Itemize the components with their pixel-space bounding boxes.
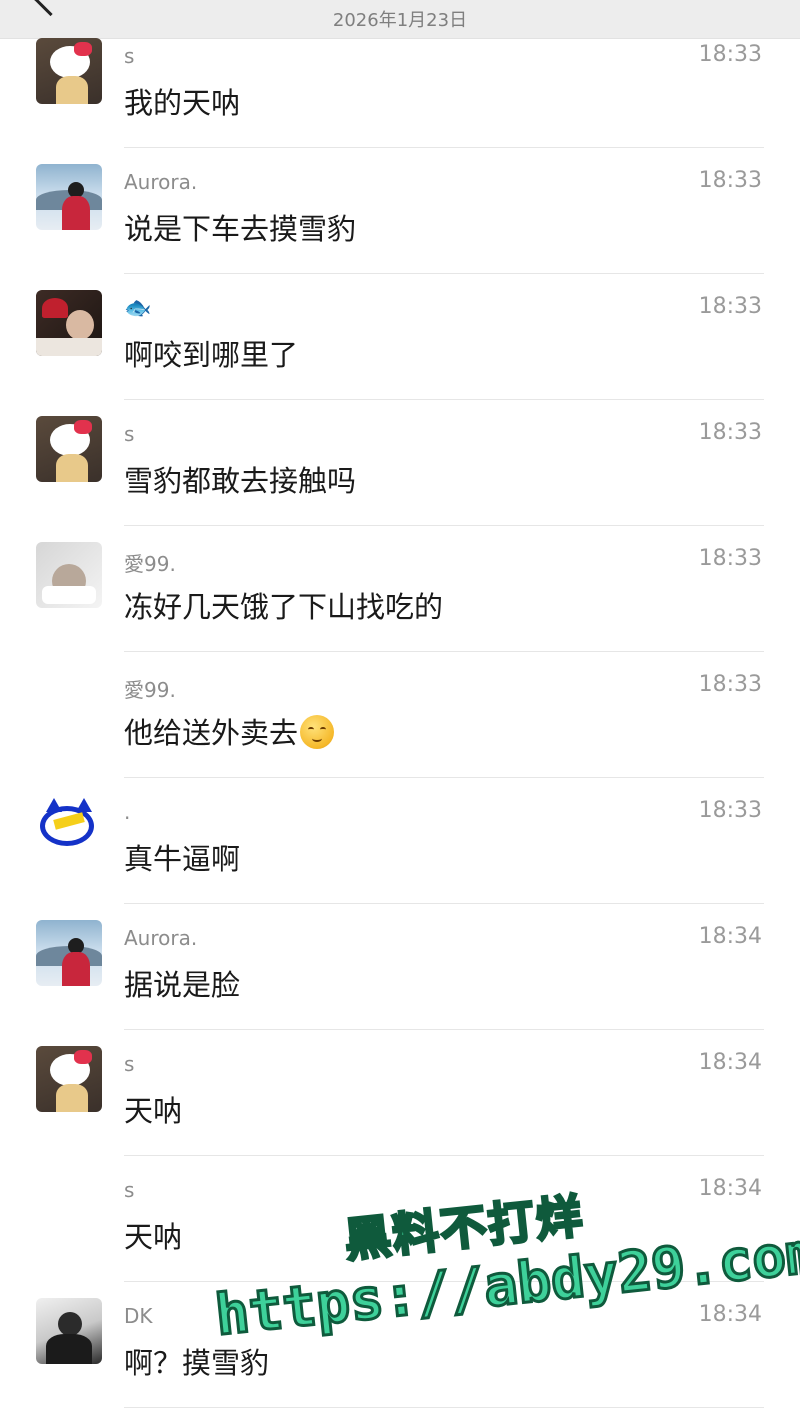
message-text-body: 他给送外卖去 — [124, 716, 299, 750]
message-time: 18:33 — [698, 420, 762, 445]
divider — [124, 1407, 764, 1408]
sender-name: . — [124, 800, 131, 824]
message-text: 我的天呐 — [124, 86, 241, 120]
message-time: 18:33 — [698, 42, 762, 67]
message-text: 真牛逼啊 — [124, 842, 241, 876]
message-item[interactable]: Aurora. 18:33 说是下车去摸雪豹 — [0, 148, 800, 274]
message-text: 啊？摸雪豹 — [124, 1346, 270, 1380]
message-time: 18:33 — [698, 672, 762, 697]
avatar[interactable] — [36, 794, 102, 860]
message-time: 18:33 — [698, 168, 762, 193]
message-item[interactable]: . 18:33 真牛逼啊 — [0, 778, 800, 904]
sender-name: Aurora. — [124, 926, 198, 950]
avatar[interactable] — [36, 1298, 102, 1364]
message-item[interactable]: s 18:33 我的天呐 — [0, 22, 800, 148]
avatar[interactable] — [36, 416, 102, 482]
sender-name: 愛99. — [124, 678, 176, 702]
avatar[interactable] — [36, 164, 102, 230]
message-time: 18:34 — [698, 1302, 762, 1327]
sender-name: Aurora. — [124, 170, 198, 194]
message-text: 冻好几天饿了下山找吃的 — [124, 590, 444, 624]
message-item[interactable]: Aurora. 18:34 据说是脸 — [0, 904, 800, 1030]
message-text: 据说是脸 — [124, 968, 241, 1002]
message-item[interactable]: 愛99. 18:33 冻好几天饿了下山找吃的 — [0, 526, 800, 652]
message-item[interactable]: s 18:33 雪豹都敢去接触吗 — [0, 400, 800, 526]
message-time: 18:33 — [698, 798, 762, 823]
sender-name: s — [124, 1178, 135, 1202]
message-time: 18:34 — [698, 1050, 762, 1075]
chat-history-screen: 2026年1月23日 s 18:33 我的天呐 Aurora. 18:33 说是… — [0, 0, 800, 1422]
avatar[interactable] — [36, 38, 102, 104]
sender-name: s — [124, 44, 135, 68]
sender-name: s — [124, 1052, 135, 1076]
message-item[interactable]: 🐟 18:33 啊咬到哪里了 — [0, 274, 800, 400]
message-text: 天呐 — [124, 1220, 183, 1254]
message-item[interactable]: 愛99. 18:33 他给送外卖去 — [0, 652, 800, 778]
message-text: 他给送外卖去 — [124, 710, 335, 752]
message-text: 天呐 — [124, 1094, 183, 1128]
message-text: 雪豹都敢去接触吗 — [124, 464, 357, 498]
avatar[interactable] — [36, 290, 102, 356]
avatar[interactable] — [36, 1046, 102, 1112]
message-time: 18:33 — [698, 294, 762, 319]
avatar[interactable] — [36, 542, 102, 608]
message-time: 18:34 — [698, 1176, 762, 1201]
message-item[interactable]: s 18:34 天呐 — [0, 1030, 800, 1156]
avatar[interactable] — [36, 920, 102, 986]
message-time: 18:33 — [698, 546, 762, 571]
message-time: 18:34 — [698, 924, 762, 949]
sender-name: s — [124, 422, 135, 446]
message-text: 说是下车去摸雪豹 — [124, 212, 357, 246]
sender-name: DK — [124, 1304, 153, 1328]
message-text: 啊咬到哪里了 — [124, 338, 299, 372]
sender-name: 愛99. — [124, 552, 176, 576]
sender-name: 🐟 — [124, 296, 152, 321]
smiling-face-icon — [300, 715, 335, 749]
